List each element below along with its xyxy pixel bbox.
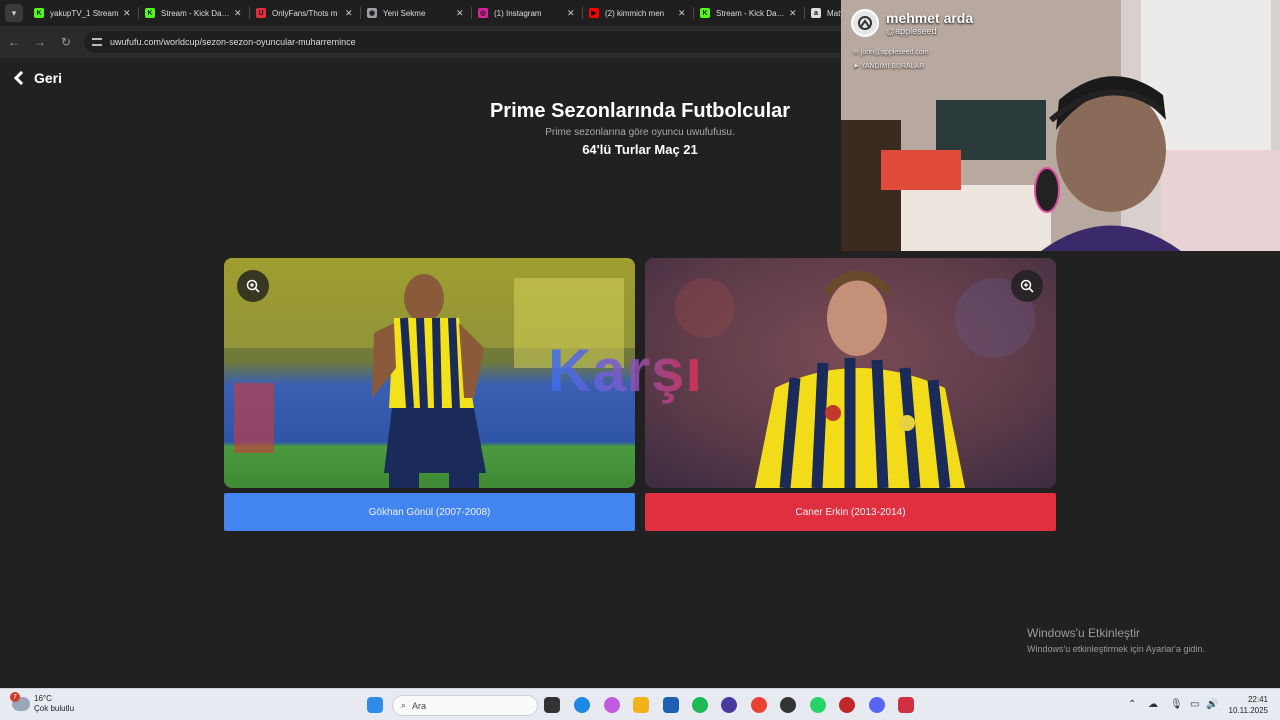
browser-tab[interactable]: K Stream - Kick Dashboard ✕	[694, 0, 805, 26]
close-tab-icon[interactable]: ✕	[456, 8, 466, 19]
volume-icon[interactable]: 🔊	[1206, 699, 1218, 710]
cloud-icon: 7	[10, 692, 30, 711]
avatar	[851, 9, 879, 37]
network-icon[interactable]: ▭	[1190, 699, 1199, 710]
tab-favicon-icon: ◉	[367, 8, 377, 18]
chrome-icon[interactable]	[751, 697, 767, 713]
right-choice-button[interactable]: Caner Erkin (2013-2014)	[645, 493, 1056, 531]
microphone-icon[interactable]: 🎙	[1170, 699, 1183, 710]
valorant-icon[interactable]	[898, 697, 914, 713]
tab-favicon-icon: K	[145, 8, 155, 18]
tab-favicon-icon: ▶	[589, 8, 599, 18]
spotify-icon[interactable]	[692, 697, 708, 713]
app-icon[interactable]	[721, 697, 737, 713]
close-tab-icon[interactable]: ✕	[678, 8, 688, 19]
clock-time: 22:41	[1247, 695, 1268, 704]
left-choice-button[interactable]: Gökhan Gönül (2007-2008)	[224, 493, 635, 531]
browser-tab[interactable]: ◎ (1) Instagram ✕	[472, 0, 583, 26]
back-button[interactable]: Geri	[12, 70, 62, 86]
obs-icon[interactable]	[780, 697, 796, 713]
activation-watermark: Windows'u Etkinleştir Windows'u etkinleş…	[1027, 626, 1205, 654]
close-tab-icon[interactable]: ✕	[789, 8, 799, 19]
tab-favicon-icon: U	[256, 8, 266, 18]
search-placeholder: Ara	[412, 700, 427, 711]
webcam-feed	[841, 0, 1280, 251]
reload-button[interactable]: ↻	[54, 30, 78, 54]
taskbar: 7 16°C Çok bulutlu ⌕ Ara ⌃ ☁ 🎙 ▭ 🔊 22:41…	[0, 688, 1280, 720]
tab-title: Stream - Kick Dashboard	[716, 8, 785, 18]
chevron-up-icon[interactable]: ⌃	[1128, 699, 1136, 710]
browser-tab[interactable]: KyakupTV_1 Stream ✕	[28, 0, 139, 26]
edge-icon[interactable]	[574, 697, 590, 713]
site-info-icon[interactable]	[92, 38, 102, 46]
forward-nav-button[interactable]: →	[28, 30, 52, 54]
tab-favicon-icon: a	[811, 8, 821, 18]
tab-title: (2) kimmich men	[605, 8, 665, 18]
weather-temp: 16°C	[34, 694, 52, 703]
close-tab-icon[interactable]: ✕	[123, 8, 133, 19]
tab-search-button[interactable]: ▾	[5, 4, 23, 22]
streamer-email: ✉ john@appleseed.com	[853, 49, 929, 56]
back-nav-button[interactable]: ←	[2, 30, 26, 54]
tab-favicon-icon: K	[700, 8, 710, 18]
chevron-left-icon	[13, 70, 29, 86]
tab-title: yakupTV_1 Stream	[50, 8, 119, 18]
versus-label: Karşı	[548, 337, 704, 404]
close-tab-icon[interactable]: ✕	[567, 8, 577, 19]
start-menu-icon[interactable]	[367, 697, 383, 713]
close-tab-icon[interactable]: ✕	[234, 8, 244, 19]
whatsapp-icon[interactable]	[810, 697, 826, 713]
streamer-name: mehmet arda	[886, 10, 974, 26]
watermark-subtitle: Windows'u etkinleştirmek için Ayarlar'a …	[1027, 644, 1205, 654]
weather-widget[interactable]: 7 16°C Çok bulutlu	[10, 692, 75, 714]
discord-icon[interactable]	[869, 697, 885, 713]
tab-title: OnlyFans/Thots m	[272, 8, 338, 18]
weather-desc: Çok bulutlu	[34, 704, 75, 713]
url-text: uwufufu.com/worldcup/sezon-sezon-oyuncul…	[110, 37, 356, 47]
tab-title: (1) Instagram	[494, 8, 542, 18]
media-player-icon[interactable]	[839, 697, 855, 713]
taskbar-clock[interactable]: 22:41 10.11.2025	[1222, 694, 1268, 716]
tab-favicon-icon: K	[34, 8, 44, 18]
streamer-handle: @appleseed	[886, 26, 937, 36]
watermark-title: Windows'u Etkinleştir	[1027, 626, 1140, 640]
location-arrow-icon: ➤	[853, 63, 861, 70]
browser-tab[interactable]: ◉ Yeni Sekme ✕	[361, 0, 472, 26]
streamer-location: ➤ YANDIMI BURALAR	[853, 63, 925, 70]
mail-icon: ✉	[853, 49, 861, 56]
close-tab-icon[interactable]: ✕	[345, 8, 355, 19]
tab-favicon-icon: ◎	[478, 8, 488, 18]
right-player-image[interactable]	[645, 258, 1056, 488]
taskbar-search[interactable]: ⌕ Ara	[392, 695, 538, 716]
browser-tab[interactable]: U OnlyFans/Thots m ✕	[250, 0, 361, 26]
clock-date: 10.11.2025	[1228, 706, 1268, 715]
search-icon: ⌕	[401, 700, 407, 710]
zoom-in-icon[interactable]	[237, 270, 269, 302]
notification-badge: 7	[10, 692, 20, 702]
right-player-photo	[645, 258, 1056, 488]
store-icon[interactable]	[663, 697, 679, 713]
task-view-icon[interactable]	[544, 697, 560, 713]
copilot-icon[interactable]	[604, 697, 620, 713]
zoom-in-icon[interactable]	[1011, 270, 1043, 302]
browser-tab[interactable]: ▶ (2) kimmich men ✕	[583, 0, 694, 26]
browser-tab[interactable]: K Stream - Kick Dashboard ✕	[139, 0, 250, 26]
cloud-sync-icon[interactable]: ☁	[1148, 699, 1158, 710]
file-explorer-icon[interactable]	[633, 697, 649, 713]
tab-title: Yeni Sekme	[383, 8, 426, 18]
tab-title: Stream - Kick Dashboard	[161, 8, 230, 18]
back-label: Geri	[34, 70, 63, 86]
webcam-overlay: mehmet arda @appleseed ✉ john@appleseed.…	[841, 0, 1280, 251]
